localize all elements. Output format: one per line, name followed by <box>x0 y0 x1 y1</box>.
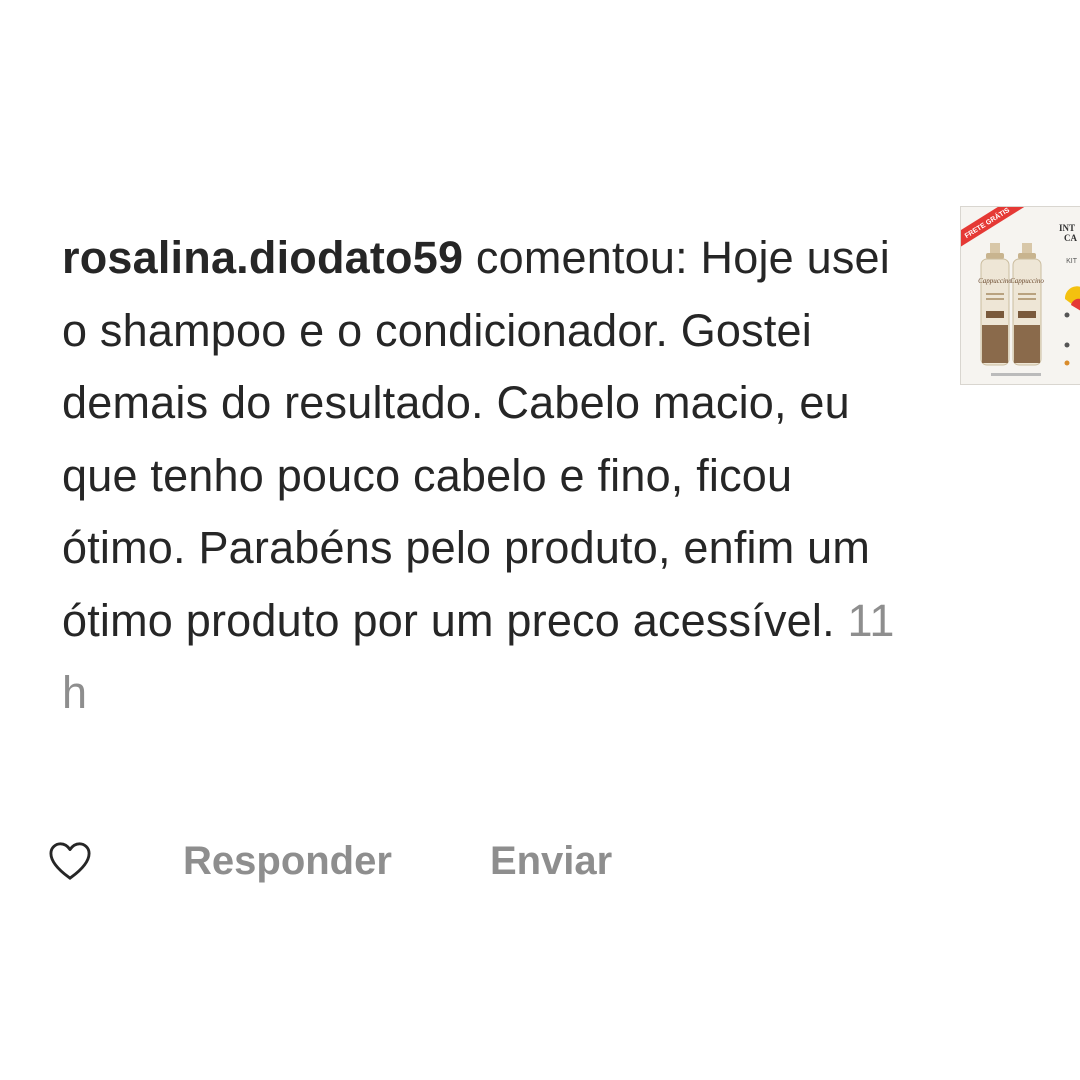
comment-actions: Responder Enviar <box>46 834 612 888</box>
conditioner-bottle: Cappuccino <box>1010 243 1044 366</box>
comment-action: comentou: <box>475 232 688 283</box>
reply-button[interactable]: Responder <box>183 839 392 884</box>
send-button[interactable]: Enviar <box>490 839 612 884</box>
bullet-dot <box>1064 312 1070 318</box>
bottle-brand-2: Cappuccino <box>1010 277 1044 285</box>
bottle-brand-1: Cappuccino <box>978 277 1012 285</box>
bullet-dot <box>1064 360 1070 366</box>
post-thumbnail[interactable]: FRETE GRÁTIS INT CA KIT Cappuccino Cappu… <box>960 206 1080 385</box>
heart-icon[interactable] <box>46 837 94 885</box>
comment-text-block: rosalina.diodato59 comentou: Hoje usei o… <box>62 222 902 730</box>
thumb-kit-text: KIT <box>1066 258 1078 265</box>
thumb-headline-2: CA <box>1064 233 1077 243</box>
product-image: FRETE GRÁTIS INT CA KIT Cappuccino Cappu… <box>961 207 1080 384</box>
thumb-headline-1: INT <box>1059 223 1075 233</box>
shampoo-bottle: Cappuccino <box>978 243 1012 366</box>
bullet-dot <box>1064 342 1070 348</box>
comment-username[interactable]: rosalina.diodato59 <box>62 232 463 283</box>
comment-body: Hoje usei o shampoo e o condicionador. G… <box>62 232 890 646</box>
